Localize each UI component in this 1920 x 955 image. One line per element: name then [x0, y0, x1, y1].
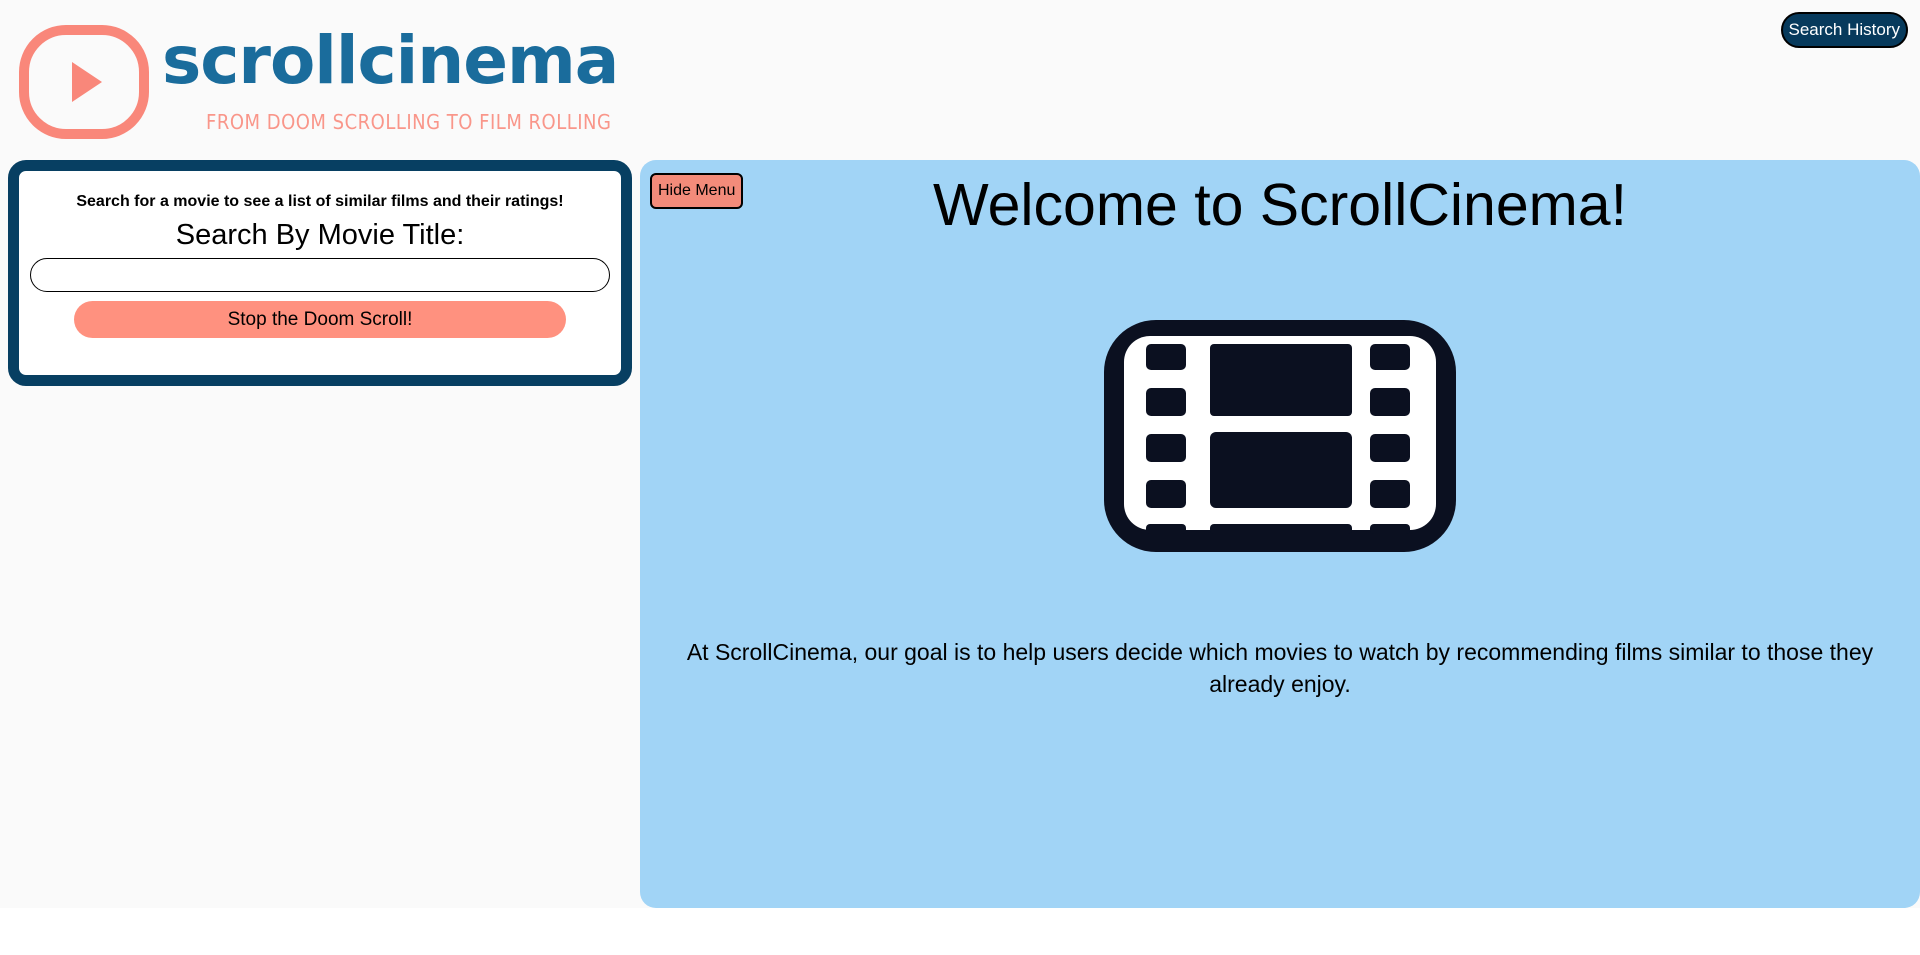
- search-history-button[interactable]: Search History: [1780, 12, 1908, 48]
- search-panel: Search for a movie to see a list of simi…: [8, 160, 632, 386]
- page: scrollcinema FROM DOOM SCROLLING TO FILM…: [0, 0, 1920, 955]
- film-strip-icon: [1104, 320, 1456, 552]
- logo[interactable]: scrollcinema FROM DOOM SCROLLING TO FILM…: [18, 20, 619, 140]
- mission-statement: At ScrollCinema, our goal is to help use…: [686, 639, 1874, 697]
- play-icon: [19, 25, 149, 139]
- stop-doom-scroll-button[interactable]: Stop the Doom Scroll!: [74, 301, 566, 338]
- search-hint: Search for a movie to see a list of simi…: [76, 193, 564, 210]
- search-title-label: Search By Movie Title:: [175, 219, 465, 251]
- movie-title-input[interactable]: [30, 258, 610, 292]
- main-panel: Hide Menu Welcome to ScrollCinema! At Sc…: [640, 160, 1920, 908]
- logo-wordmark: scrollcinema: [162, 22, 619, 99]
- logo-tagline: FROM DOOM SCROLLING TO FILM ROLLING: [206, 110, 612, 134]
- page-title: Welcome to ScrollCinema!: [932, 172, 1628, 238]
